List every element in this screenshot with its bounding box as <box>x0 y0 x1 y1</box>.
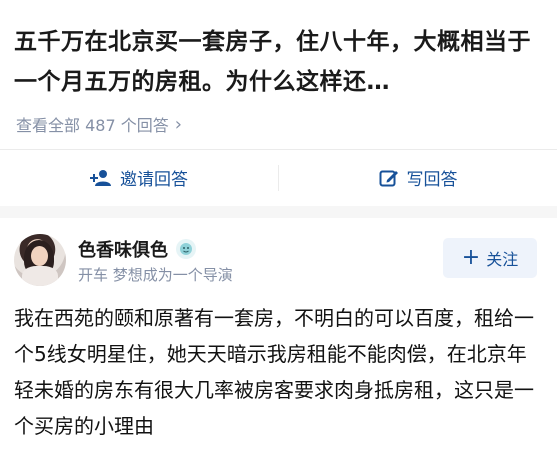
answer-content[interactable]: 我在西苑的颐和原著有一套房，不明白的可以百度，租给一个5线女明星住，她天天暗示我… <box>14 300 544 444</box>
edit-icon <box>379 170 398 186</box>
creator-badge-icon <box>176 239 196 259</box>
author-bio: 开车 梦想成为一个导演 <box>78 266 233 284</box>
question-action-row: 邀请回答 写回答 <box>0 150 557 205</box>
view-all-answers-link[interactable]: 查看全部 487 个回答 › <box>16 112 182 136</box>
section-gap <box>0 206 557 218</box>
follow-label: 关注 <box>486 250 519 269</box>
plus-icon: + <box>461 245 481 270</box>
write-answer-button[interactable]: 写回答 <box>279 165 557 190</box>
invite-answer-label: 邀请回答 <box>120 170 188 190</box>
add-person-icon <box>90 169 111 186</box>
chevron-right-icon: › <box>174 113 182 135</box>
invite-answer-button[interactable]: 邀请回答 <box>0 165 278 190</box>
author-avatar[interactable] <box>14 234 66 286</box>
write-answer-label: 写回答 <box>406 170 458 190</box>
question-title[interactable]: 五千万在北京买一套房子，住八十年，大概相当于一个月五万的房租。为什么这样还… <box>14 22 544 102</box>
author-name-row[interactable]: 色香味俱色 <box>78 236 196 262</box>
author-name: 色香味俱色 <box>78 240 168 261</box>
follow-button[interactable]: + 关注 <box>443 238 537 278</box>
view-all-label: 查看全部 487 个回答 <box>16 116 169 135</box>
